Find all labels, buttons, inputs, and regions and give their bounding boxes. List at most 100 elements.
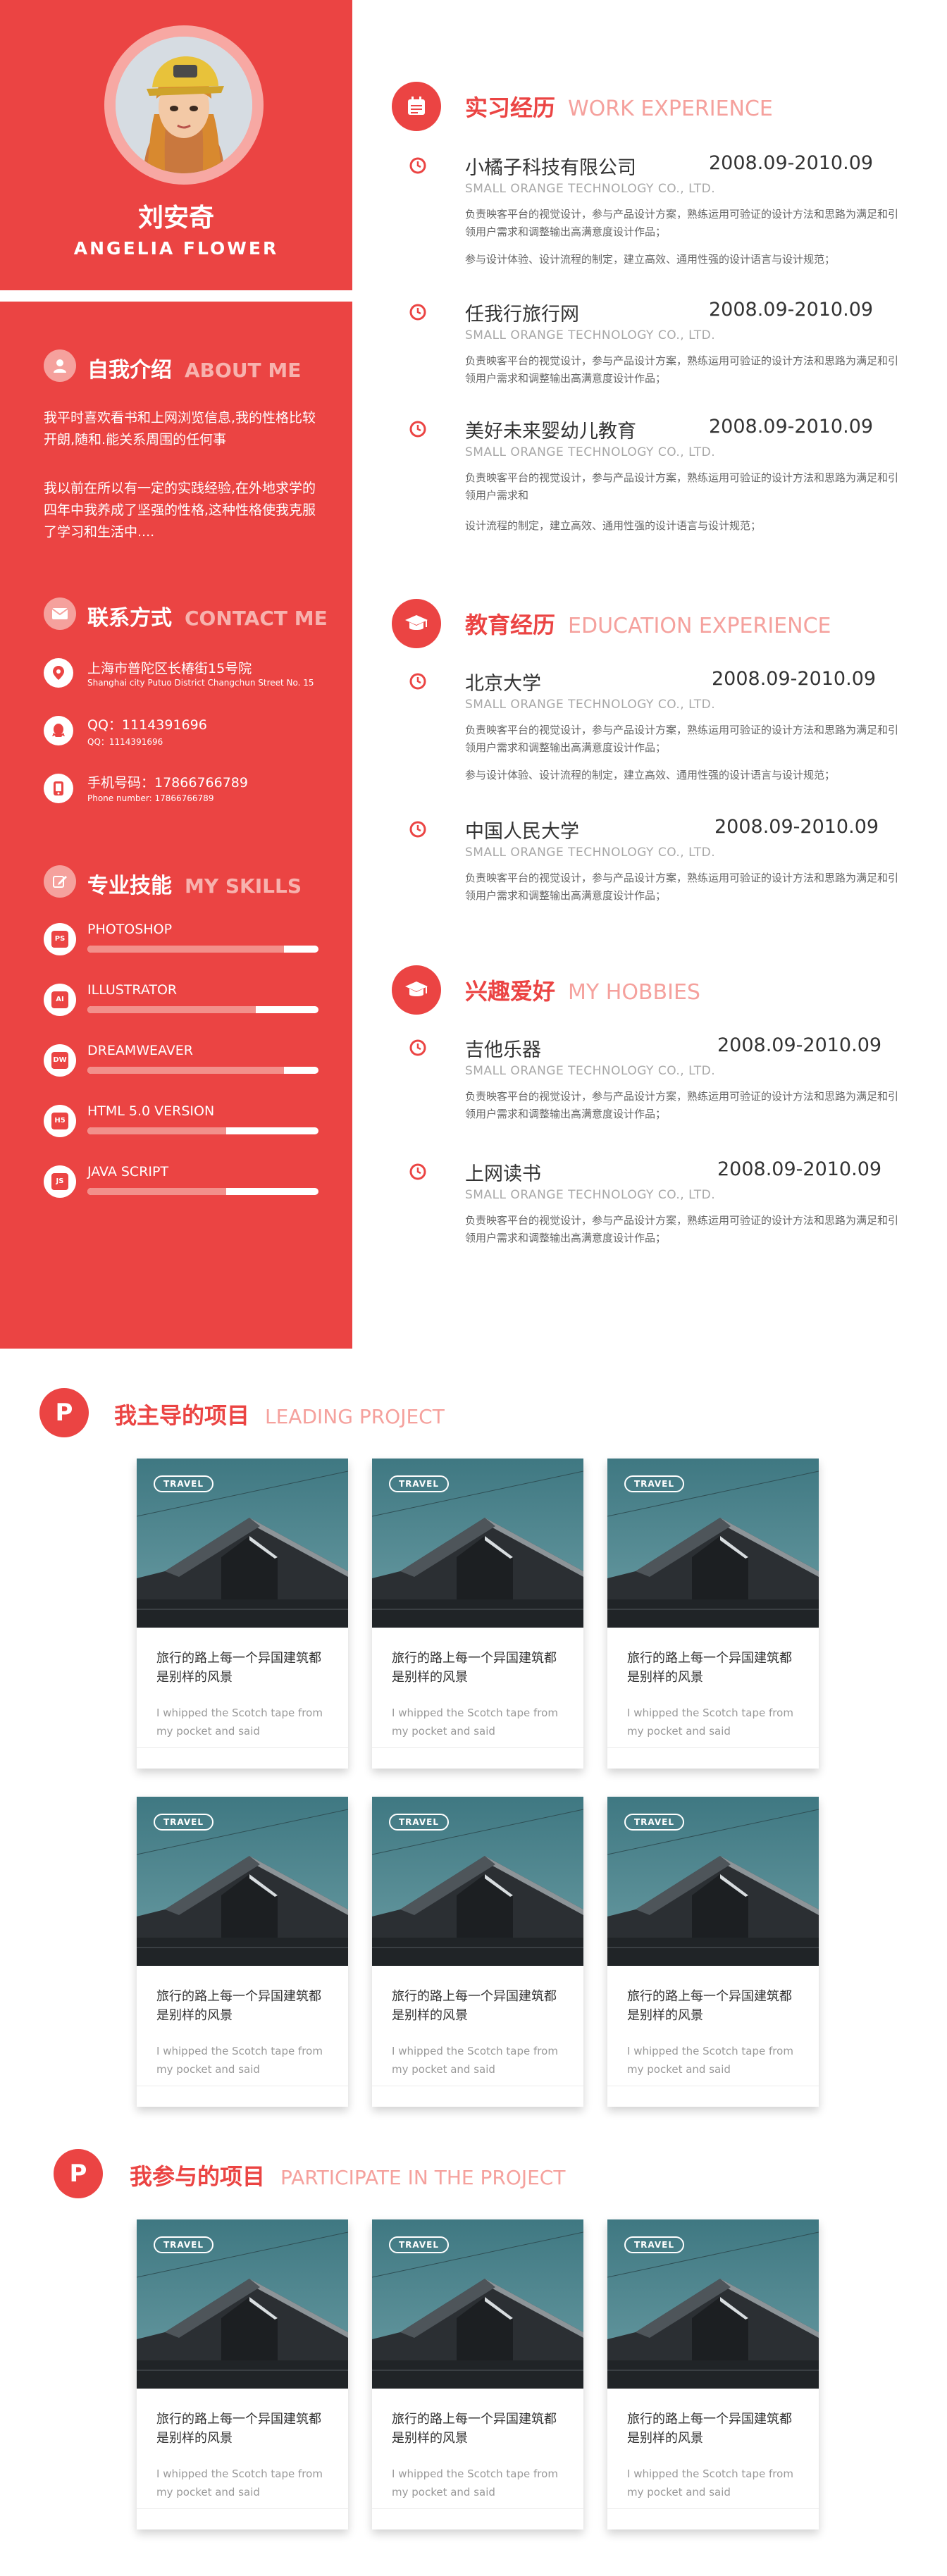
hobby-entry-date: 2008.09-2010.09 (717, 1158, 882, 1180)
graduation-cap-icon (392, 965, 441, 1015)
contact-address: 上海市普陀区长椿街15号院 (87, 661, 252, 676)
clock-icon (409, 673, 426, 690)
card-tag: TRAVEL (389, 2236, 450, 2253)
project-card-image: TRAVEL (137, 1459, 348, 1628)
about-title-cn: 自我介绍 (87, 358, 172, 383)
card-subtitle: I whipped the Scotch tape from my pocket… (627, 1707, 793, 1738)
project-card-image: TRAVEL (372, 1797, 583, 1966)
skill-name-photoshop: PHOTOSHOP (87, 922, 173, 937)
card-title: 旅行的路上每一个异国建筑都是别样的风景 (156, 1989, 321, 2023)
work-title-cn: 实习经历 (465, 94, 556, 121)
leading-project-title-en: LEADING PROJECT (265, 1405, 445, 1428)
skill-fill-dreamweaver (87, 1067, 284, 1074)
work-entry-desc: 负责映客平台的视觉设计，参与产品设计方案，熟练运用可验证的设计方法和思路为满足和… (465, 208, 899, 238)
card-title: 旅行的路上每一个异国建筑都是别样的风景 (392, 1651, 557, 1685)
hobby-entry-name: 吉他乐器 (465, 1039, 541, 1061)
skill-name-illustrator: ILLUSTRATOR (87, 982, 178, 998)
card-title: 旅行的路上每一个异国建筑都是别样的风景 (392, 1989, 557, 2023)
card-subtitle: I whipped the Scotch tape from my pocket… (156, 2045, 323, 2076)
work-entry-desc: 负责映客平台的视觉设计，参与产品设计方案，熟练运用可验证的设计方法和思路为满足和… (465, 471, 899, 502)
project-card[interactable]: TRAVEL 旅行的路上每一个异国建筑都是别样的风景 I whipped the… (607, 1797, 819, 2107)
work-entry-desc: 负责映客平台的视觉设计，参与产品设计方案，熟练运用可验证的设计方法和思路为满足和… (465, 354, 899, 385)
hobby-entry-company: SMALL ORANGE TECHNOLOGY CO., LTD. (465, 1188, 716, 1202)
dreamweaver-icon: DW (44, 1044, 76, 1077)
skill-name-javascript: JAVA SCRIPT (87, 1164, 169, 1179)
education-entry-company: SMALL ORANGE TECHNOLOGY CO., LTD. (465, 698, 716, 712)
work-section-title: 实习经历 WORK EXPERIENCE (465, 90, 773, 123)
education-entry-date: 2008.09-2010.09 (712, 668, 877, 690)
project-card[interactable]: TRAVEL 旅行的路上每一个异国建筑都是别样的风景 I whipped the… (372, 1459, 583, 1769)
graduation-cap-icon (392, 599, 441, 648)
javascript-icon: JS (44, 1165, 76, 1198)
contact-phone: 手机号码：17866766789 (87, 775, 248, 791)
html5-icon-label: H5 (51, 1113, 68, 1129)
education-entry-name: 北京大学 (465, 673, 541, 695)
project-card[interactable]: TRAVEL 旅行的路上每一个异国建筑都是别样的风景 I whipped the… (137, 2219, 348, 2529)
hobby-entry-date: 2008.09-2010.09 (717, 1034, 882, 1056)
clock-icon (409, 821, 426, 838)
hobby-entry-company: SMALL ORANGE TECHNOLOGY CO., LTD. (465, 1064, 716, 1078)
work-entry-date: 2008.09-2010.09 (709, 152, 874, 174)
card-subtitle: I whipped the Scotch tape from my pocket… (156, 2467, 323, 2498)
card-title: 旅行的路上每一个异国建筑都是别样的风景 (627, 1651, 792, 1685)
skill-bar-dreamweaver (87, 1067, 318, 1074)
illustrator-icon-label: AI (51, 991, 68, 1008)
skill-bar-illustrator (87, 1006, 318, 1013)
calendar-icon (392, 82, 441, 131)
skill-bar-javascript (87, 1188, 318, 1195)
project-icon: P (54, 2149, 103, 2198)
photoshop-icon: PS (44, 923, 76, 955)
project-card[interactable]: TRAVEL 旅行的路上每一个异国建筑都是别样的风景 I whipped the… (137, 1797, 348, 2107)
hobbies-title-en: MY HOBBIES (568, 980, 700, 1005)
project-card-image: TRAVEL (137, 2219, 348, 2389)
work-entry-company: SMALL ORANGE TECHNOLOGY CO., LTD. (465, 328, 716, 342)
name-chinese: 刘安奇 (137, 204, 214, 233)
avatar (116, 37, 252, 173)
work-entry-date: 2008.09-2010.09 (709, 299, 874, 321)
avatar-illustration (116, 37, 252, 173)
skills-title: 专业技能 MY SKILLS (87, 868, 302, 899)
card-subtitle: I whipped the Scotch tape from my pocket… (156, 1707, 323, 1738)
participate-project-title-cn: 我参与的项目 (130, 2163, 266, 2190)
card-tag: TRAVEL (154, 1475, 214, 1492)
education-entry-desc: 负责映客平台的视觉设计，参与产品设计方案，熟练运用可验证的设计方法和思路为满足和… (465, 872, 899, 902)
html5-icon: H5 (44, 1105, 76, 1137)
photoshop-icon-label: PS (51, 931, 68, 948)
participate-project-title-en: PARTICIPATE IN THE PROJECT (280, 2166, 566, 2189)
work-entry-desc-2: 参与设计体验、设计流程的制定，建立高效、通用性强的设计语言与设计规范； (465, 253, 836, 266)
project-card[interactable]: TRAVEL 旅行的路上每一个异国建筑都是别样的风景 I whipped the… (137, 1459, 348, 1769)
project-card[interactable]: TRAVEL 旅行的路上每一个异国建筑都是别样的风景 I whipped the… (372, 1797, 583, 2107)
phone-icon (44, 774, 73, 803)
card-tag: TRAVEL (154, 1814, 214, 1831)
user-icon (44, 349, 76, 382)
project-card[interactable]: TRAVEL 旅行的路上每一个异国建筑都是别样的风景 I whipped the… (607, 2219, 819, 2529)
participate-project-title: 我参与的项目 PARTICIPATE IN THE PROJECT (130, 2159, 565, 2191)
project-card[interactable]: TRAVEL 旅行的路上每一个异国建筑都是别样的风景 I whipped the… (607, 1459, 819, 1769)
skill-bar-html5 (87, 1127, 318, 1134)
card-divider (137, 2508, 348, 2509)
project-card-image: TRAVEL (137, 1797, 348, 1966)
clock-icon (409, 421, 426, 438)
hobby-entry-desc: 负责映客平台的视觉设计，参与产品设计方案，熟练运用可验证的设计方法和思路为满足和… (465, 1090, 899, 1120)
card-tag: TRAVEL (389, 1814, 450, 1831)
card-tag: TRAVEL (389, 1475, 450, 1492)
clock-icon (409, 304, 426, 321)
card-subtitle: I whipped the Scotch tape from my pocket… (392, 2467, 558, 2498)
card-title: 旅行的路上每一个异国建筑都是别样的风景 (156, 2412, 321, 2446)
work-entry-company: SMALL ORANGE TECHNOLOGY CO., LTD. (465, 182, 716, 196)
contact-title-cn: 联系方式 (87, 606, 172, 631)
project-card-image: TRAVEL (372, 2219, 583, 2389)
project-card-image: TRAVEL (607, 2219, 819, 2389)
hobby-entry-desc: 负责映客平台的视觉设计，参与产品设计方案，熟练运用可验证的设计方法和思路为满足和… (465, 1214, 899, 1244)
about-title-en: ABOUT ME (185, 359, 302, 382)
work-entry-name: 任我行旅行网 (465, 304, 579, 326)
education-section-title: 教育经历 EDUCATION EXPERIENCE (465, 607, 831, 640)
hobbies-section-title: 兴趣爱好 MY HOBBIES (465, 974, 700, 1006)
about-paragraph-1: 我平时喜欢看书和上网浏览信息,我的性格比较开朗,随和.能关系周围的任何事 (44, 410, 316, 447)
education-entry-date: 2008.09-2010.09 (714, 816, 879, 838)
hobbies-title-cn: 兴趣爱好 (465, 978, 556, 1005)
hobby-entry-name: 上网读书 (465, 1163, 541, 1185)
name-english: ANGELIA FLOWER (73, 238, 279, 259)
about-title: 自我介绍 ABOUT ME (87, 352, 301, 383)
project-card[interactable]: TRAVEL 旅行的路上每一个异国建筑都是别样的风景 I whipped the… (372, 2219, 583, 2529)
